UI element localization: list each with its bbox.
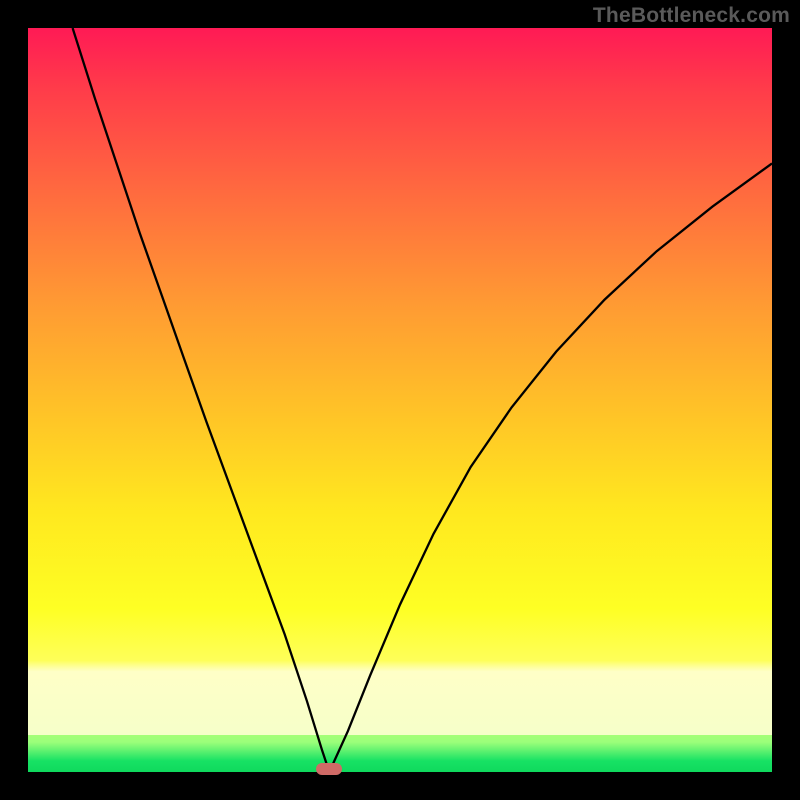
curve-left-branch bbox=[73, 28, 330, 772]
bottleneck-curve bbox=[28, 28, 772, 772]
plot-area bbox=[28, 28, 772, 772]
chart-frame: TheBottleneck.com bbox=[0, 0, 800, 800]
optimal-marker bbox=[316, 763, 342, 775]
watermark-text: TheBottleneck.com bbox=[593, 4, 790, 28]
curve-right-branch bbox=[329, 163, 772, 772]
